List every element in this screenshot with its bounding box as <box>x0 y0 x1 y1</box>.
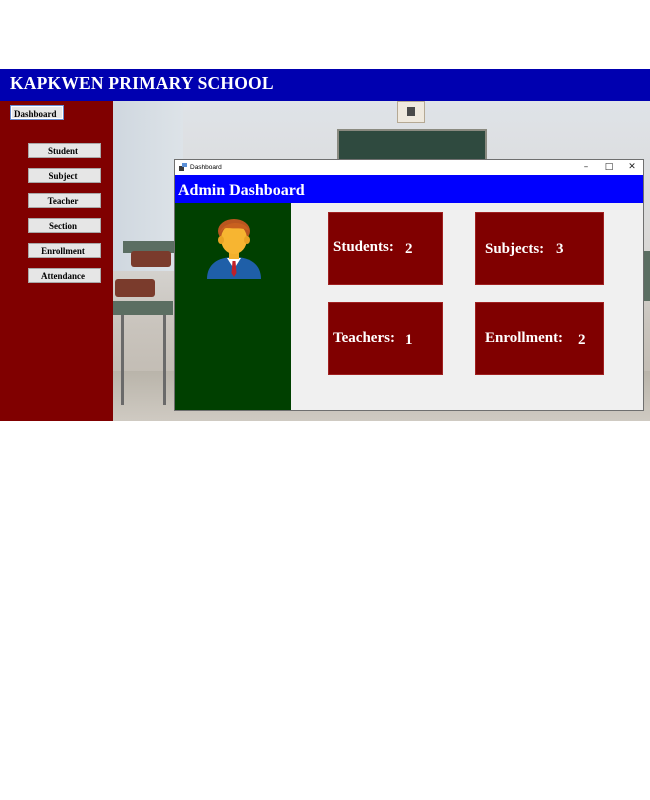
students-stat-value: 2 <box>405 241 413 257</box>
sidebar-item-teacher[interactable]: Teacher <box>28 193 101 208</box>
app-header: KAPKWEN PRIMARY SCHOOL <box>0 69 650 101</box>
window-titlebar[interactable]: Dashboard – □ ✕ <box>175 160 643 175</box>
students-stat-label: Students: <box>333 239 394 255</box>
app-window-icon <box>179 163 187 171</box>
enrollment-stat-value: 2 <box>578 332 586 348</box>
maximize-button[interactable]: □ <box>598 160 620 175</box>
profile-panel <box>175 203 291 410</box>
sidebar-item-subject[interactable]: Subject <box>28 168 101 183</box>
sidebar-item-section[interactable]: Section <box>28 218 101 233</box>
subjects-stat-label: Subjects: <box>485 241 545 257</box>
subjects-stat-card: Subjects: 3 <box>475 212 604 285</box>
subjects-stat-value: 3 <box>556 241 564 257</box>
sidebar-item-enrollment[interactable]: Enrollment <box>28 243 101 258</box>
dashboard-window: Dashboard – □ ✕ Admin Dashboard Students… <box>174 159 644 411</box>
teachers-stat-value: 1 <box>405 332 413 348</box>
teachers-stat-card: Teachers: 1 <box>328 302 443 375</box>
app-title: KAPKWEN PRIMARY SCHOOL <box>10 73 274 93</box>
dashboard-header-bar: Admin Dashboard <box>175 175 643 203</box>
dashboard-title: Admin Dashboard <box>178 182 305 199</box>
enrollment-stat-label: Enrollment: <box>485 330 564 346</box>
sidebar: Dashboard Student Subject Teacher Sectio… <box>0 101 113 421</box>
minimize-button[interactable]: – <box>575 160 597 175</box>
sidebar-item-student[interactable]: Student <box>28 143 101 158</box>
window-title: Dashboard <box>190 164 222 171</box>
sidebar-item-attendance[interactable]: Attendance <box>28 268 101 283</box>
enrollment-stat-card: Enrollment: 2 <box>475 302 604 375</box>
students-stat-card: Students: 2 <box>328 212 443 285</box>
close-button[interactable]: ✕ <box>621 160 643 175</box>
teachers-stat-label: Teachers: <box>333 330 395 346</box>
wall-frame <box>397 101 425 123</box>
dashboard-button[interactable]: Dashboard <box>10 105 64 120</box>
admin-user-icon <box>207 219 261 279</box>
